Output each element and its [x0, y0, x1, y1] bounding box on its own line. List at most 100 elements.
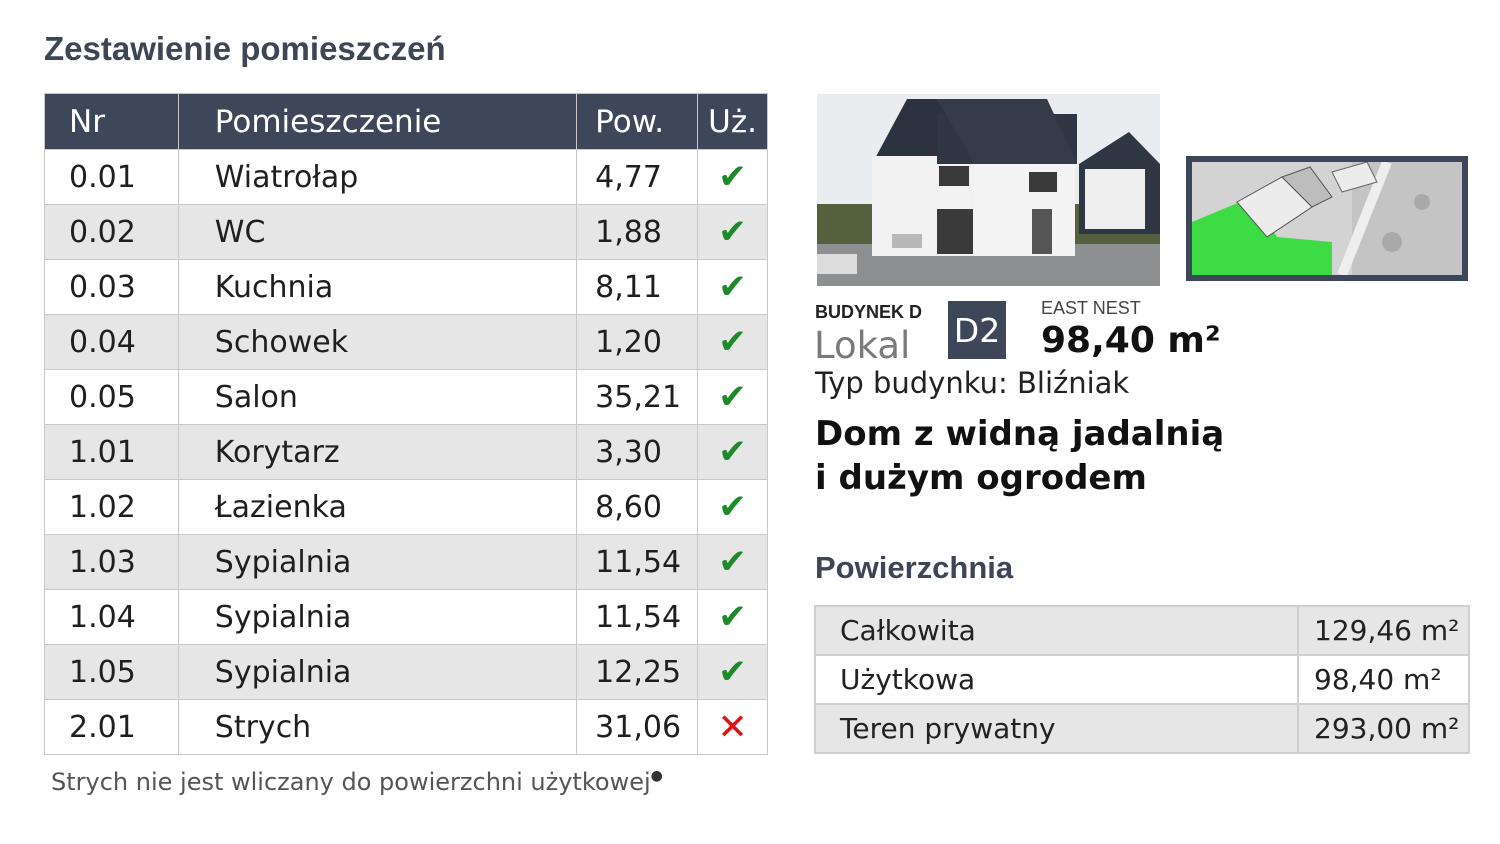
room-number: 1.05	[44, 644, 179, 700]
column-header-usable: Uż.	[697, 93, 768, 150]
room-name: Sypialnia	[177, 589, 578, 645]
table-row: 1.05 Sypialnia 12,25 ✔	[44, 644, 768, 700]
footnote: Strych nie jest wliczany do powierzchni …	[51, 768, 663, 796]
table-row: 0.01 Wiatrołap 4,77 ✔	[44, 149, 768, 205]
surface-value: 293,00 m²	[1297, 703, 1470, 754]
check-icon: ✔	[718, 322, 747, 362]
room-usable-cell: ✔	[697, 314, 768, 370]
table-row: 1.01 Korytarz 3,30 ✔	[44, 424, 768, 480]
table-row: 2.01 Strych 31,06 ✕	[44, 699, 768, 755]
check-icon: ✔	[718, 157, 747, 197]
room-area: 8,11	[576, 259, 699, 315]
check-icon: ✔	[718, 597, 747, 637]
column-header-nr: Nr	[44, 93, 179, 150]
site-plan-illustration	[1192, 162, 1462, 275]
room-name: WC	[177, 204, 578, 260]
page-title: Zestawienie pomieszczeń	[44, 30, 446, 67]
room-area: 3,30	[576, 424, 699, 480]
check-icon: ✔	[718, 377, 747, 417]
investment-name: EAST NEST	[1041, 298, 1141, 318]
room-number: 0.04	[44, 314, 179, 370]
table-row: 0.05 Salon 35,21 ✔	[44, 369, 768, 425]
room-usable-cell: ✔	[697, 369, 768, 425]
surface-value: 129,46 m²	[1297, 605, 1470, 656]
room-area: 31,06	[576, 699, 699, 755]
surface-value: 98,40 m²	[1297, 654, 1470, 705]
footnote-text: Strych nie jest wliczany do powierzchni …	[51, 768, 651, 796]
surface-row: Użytkowa 98,40 m²	[814, 654, 1470, 705]
cross-icon: ✕	[717, 706, 748, 748]
surface-label: Użytkowa	[814, 654, 1299, 705]
site-plan-image	[1186, 156, 1468, 281]
table-row: 1.03 Sypialnia 11,54 ✔	[44, 534, 768, 590]
surface-label: Teren prywatny	[814, 703, 1299, 754]
room-area: 4,77	[576, 149, 699, 205]
room-name: Wiatrołap	[177, 149, 578, 205]
building-label: BUDYNEK D	[815, 302, 923, 322]
room-usable-cell: ✔	[697, 259, 768, 315]
room-number: 0.03	[44, 259, 179, 315]
surface-row: Teren prywatny 293,00 m²	[814, 703, 1470, 754]
footnote-marker: ●	[650, 768, 663, 784]
room-area: 11,54	[576, 534, 699, 590]
room-usable-cell: ✔	[697, 424, 768, 480]
surfaces-table: Całkowita 129,46 m² Użytkowa 98,40 m² Teren …	[814, 605, 1470, 754]
room-number: 2.01	[44, 699, 179, 755]
surface-row: Całkowita 129,46 m²	[814, 605, 1470, 656]
room-name: Korytarz	[177, 424, 578, 480]
room-name: Sypialnia	[177, 534, 578, 590]
room-usable-cell: ✔	[697, 149, 768, 205]
check-icon: ✔	[718, 542, 747, 582]
table-row: 0.03 Kuchnia 8,11 ✔	[44, 259, 768, 315]
room-usable-cell: ✕	[697, 699, 768, 755]
room-area: 11,54	[576, 589, 699, 645]
column-header-area: Pow.	[576, 93, 699, 150]
room-usable-cell: ✔	[697, 479, 768, 535]
surface-label: Całkowita	[814, 605, 1299, 656]
table-row: 1.02 Łazienka 8,60 ✔	[44, 479, 768, 535]
surfaces-title: Powierzchnia	[815, 550, 1014, 585]
room-area: 1,88	[576, 204, 699, 260]
house-render-image	[817, 94, 1160, 286]
table-row: 1.04 Sypialnia 11,54 ✔	[44, 589, 768, 645]
room-usable-cell: ✔	[697, 589, 768, 645]
room-usable-cell: ✔	[697, 204, 768, 260]
room-number: 1.01	[44, 424, 179, 480]
room-area: 12,25	[576, 644, 699, 700]
table-row: 0.02 WC 1,88 ✔	[44, 204, 768, 260]
site-plan-view	[1192, 162, 1462, 275]
check-icon: ✔	[718, 267, 747, 307]
room-usable-cell: ✔	[697, 644, 768, 700]
house-render-illustration	[817, 94, 1160, 286]
check-icon: ✔	[718, 652, 747, 692]
room-area: 8,60	[576, 479, 699, 535]
column-header-room: Pomieszczenie	[177, 93, 578, 150]
unit-code-badge: D2	[948, 301, 1006, 359]
room-name: Łazienka	[177, 479, 578, 535]
room-usable-cell: ✔	[697, 534, 768, 590]
room-name: Kuchnia	[177, 259, 578, 315]
room-name: Strych	[177, 699, 578, 755]
check-icon: ✔	[718, 432, 747, 472]
rooms-table: Nr Pomieszczenie Pow. Uż. 0.01 Wiatrołap 4…	[44, 93, 768, 755]
headline-line-2: i dużym ogrodem	[815, 458, 1147, 498]
check-icon: ✔	[718, 212, 747, 252]
room-number: 1.02	[44, 479, 179, 535]
room-name: Sypialnia	[177, 644, 578, 700]
unit-headline: Dom z widną jadalnią i dużym ogrodem	[815, 412, 1224, 500]
room-name: Salon	[177, 369, 578, 425]
unit-label: Lokal	[814, 324, 911, 367]
unit-area: 98,40 m²	[1041, 320, 1221, 361]
room-number: 1.03	[44, 534, 179, 590]
room-name: Schowek	[177, 314, 578, 370]
room-number: 1.04	[44, 589, 179, 645]
room-number: 0.01	[44, 149, 179, 205]
building-type: Typ budynku: Bliźniak	[815, 366, 1130, 400]
check-icon: ✔	[718, 487, 747, 527]
headline-line-1: Dom z widną jadalnią	[815, 414, 1225, 454]
table-row: 0.04 Schowek 1,20 ✔	[44, 314, 768, 370]
table-header-row: Nr Pomieszczenie Pow. Uż.	[44, 93, 768, 150]
room-number: 0.02	[44, 204, 179, 260]
room-number: 0.05	[44, 369, 179, 425]
room-area: 35,21	[576, 369, 699, 425]
